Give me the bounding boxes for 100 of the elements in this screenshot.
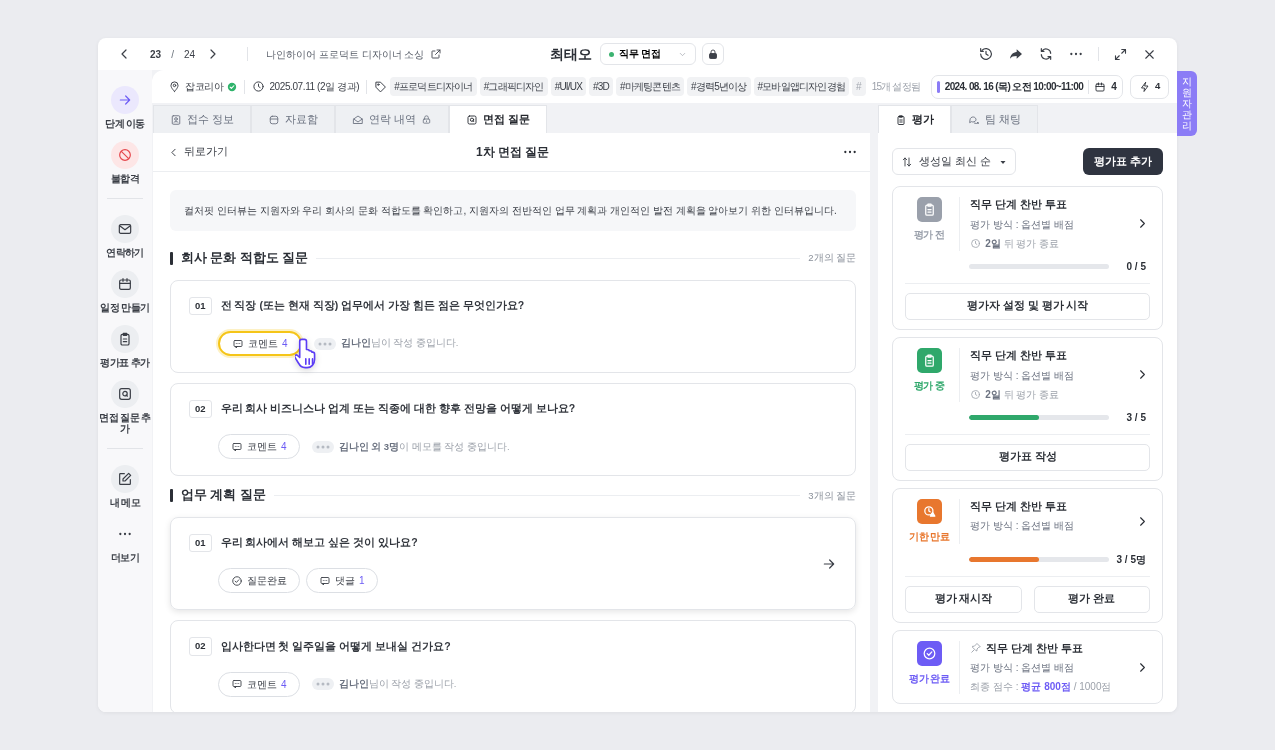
lock-button[interactable]	[701, 43, 724, 65]
evaluation-card[interactable]: 평가 중 직무 단계 찬반 투표 평가 방식 : 옵션별 배점 2일 뒤 평가 종료 3 / 5 평가표 작성	[892, 336, 1163, 481]
deadline-text: 2일 뒤 평가 종료	[985, 387, 1060, 402]
evaluation-title: 직무 단계 찬반 투표	[970, 197, 1068, 212]
comment-chip[interactable]: 댓글 1	[306, 568, 378, 594]
status-label: 평가 전	[913, 228, 945, 242]
bolt-box[interactable]: 4	[1130, 74, 1169, 99]
tag-chip: #마케팅콘텐츠	[616, 77, 684, 96]
add-evaluation-button[interactable]: 평가표 추가	[1083, 148, 1163, 175]
evaluation-title: 직무 단계 찬반 투표	[986, 640, 1084, 656]
comment-icon	[231, 440, 243, 453]
back-link[interactable]: 뒤로가기	[167, 144, 476, 160]
typing-indicator-icon	[313, 337, 336, 350]
question-card[interactable]: 02 우리 회사 비즈니스나 업계 또는 직종에 대한 향후 전망을 어떻게 보나요? 코멘트 4 김나인 외 3명이 메모를 작성 중입니다.	[170, 383, 857, 477]
schedule-box[interactable]: 2024. 08. 16 (목) 오전 10:00~11:00 4	[930, 74, 1124, 99]
page-title: 1차 면접 질문	[475, 144, 550, 161]
tag-chip: #그래픽디자인	[479, 77, 548, 96]
comment-chip[interactable]: 코멘트 4	[218, 331, 302, 356]
tab[interactable]: 팀 채팅	[951, 105, 1039, 133]
tag-chip: #UI/UX	[550, 77, 587, 96]
refresh-icon[interactable]	[1038, 46, 1054, 62]
evaluation-card[interactable]: 기한 만료 직무 단계 찬반 투표 평가 방식 : 옵션별 배점 3 / 5명 평가 재시작 평가 완료	[892, 487, 1163, 623]
score-text: 최종 점수 : 평균 800점 / 1000점	[970, 680, 1113, 695]
section-title: 회사 문화 적합도 질문	[181, 250, 309, 267]
status-label: 평가 완료	[909, 671, 950, 686]
tab[interactable]: 연락 내역	[335, 105, 450, 133]
clipboard-icon	[895, 113, 908, 126]
sort-dropdown[interactable]: 생성일 최신 순	[892, 148, 1017, 175]
question-card[interactable]: 01 전 직장 (또는 현재 직장) 업무에서 가장 힘든 점은 무엇인가요? 코멘트 4 김나인님이 작성 중입니다.	[170, 279, 857, 373]
evaluation-method: 평가 방식 : 옵션별 배점	[970, 519, 1076, 534]
page-number: 23	[150, 47, 162, 62]
posting-title-link[interactable]: 나인하이어 프로덕트 디자이너 소싱	[266, 46, 425, 62]
tab[interactable]: 면접 질문	[449, 105, 548, 133]
tag-chip: #3D	[589, 77, 614, 96]
evaluation-action-button[interactable]: 평가 완료	[1033, 585, 1150, 613]
evaluation-action-button[interactable]: 평가표 작성	[905, 443, 1150, 471]
person-card-icon	[170, 113, 182, 126]
tag-count: 15개 설정됨	[871, 80, 920, 94]
typing-status: 김나인 외 3명이 메모를 작성 중입니다.	[338, 439, 510, 454]
sidebar-action[interactable]: 불합격	[98, 141, 152, 184]
envelope-icon	[352, 113, 365, 126]
chat-icon	[968, 113, 981, 126]
question-number: 01	[189, 296, 212, 315]
question-count: 3개의 질문	[808, 488, 857, 503]
applied-date: 2025.07.11 (2일 경과)	[269, 80, 360, 94]
comment-icon	[319, 574, 331, 587]
bolt-count: 4	[1155, 79, 1160, 94]
question-count: 2개의 질문	[808, 251, 857, 266]
tab[interactable]: 접수 정보	[153, 105, 252, 133]
sidebar-action[interactable]: 연락하기	[98, 215, 152, 258]
status-dot	[608, 51, 614, 57]
comment-chip[interactable]: 코멘트 4	[218, 671, 300, 697]
progress-count: 0 / 5	[1126, 259, 1146, 274]
tag-chip: #모바일앱디자인경험	[753, 77, 850, 96]
evaluation-card[interactable]: 평가 완료 직무 단계 찬반 투표 평가 방식 : 옵션별 배점 최종 점수 : 평균 800점 / 1000점	[892, 629, 1163, 705]
schedule-count: 4	[1111, 80, 1117, 94]
evaluation-method: 평가 방식 : 옵션별 배점	[970, 661, 1076, 676]
page-total: 24	[183, 47, 196, 62]
typing-indicator-icon	[311, 678, 334, 690]
ban-icon	[117, 147, 133, 163]
clock-icon	[252, 80, 266, 93]
typing-status: 김나인님이 작성 중입니다.	[340, 336, 459, 351]
tag-icon	[374, 80, 388, 93]
question-text: 우리 회사 비즈니스나 업계 또는 직종에 대한 향후 전망을 어떻게 보나요?	[220, 401, 576, 417]
clipboard-icon	[117, 331, 133, 347]
schedule-time: 2024. 08. 16 (목) 오전 10:00~11:00	[944, 80, 1084, 94]
sidebar-action[interactable]: 내 메모	[98, 465, 152, 508]
question-box-icon	[466, 113, 479, 126]
comment-chip[interactable]: 코멘트 4	[218, 434, 300, 460]
complete-chip[interactable]: 질문완료	[218, 568, 300, 594]
evaluation-card[interactable]: 평가 전 직무 단계 찬반 투표 평가 방식 : 옵션별 배점 2일 뒤 평가 종료 0 / 5 평가자 설정 및 평가 시작	[892, 186, 1163, 330]
stage-dropdown[interactable]: 직무 면접	[599, 43, 696, 65]
external-link-icon[interactable]	[430, 48, 443, 60]
evaluation-action-button[interactable]: 평가 재시작	[905, 585, 1022, 613]
description-text: 컬처핏 인터뷰는 지원자와 우리 회사의 문화 적합도를 확인하고, 지원자의 전반적인 업무 계획과 개인적인 발전 계획을 알아보기 위한 인터뷰입니다.	[170, 190, 857, 231]
expand-icon[interactable]	[1113, 46, 1128, 62]
tab[interactable]: 평가	[878, 105, 952, 133]
evaluation-method: 평가 방식 : 옵션별 배점	[970, 217, 1076, 232]
location-icon	[168, 80, 181, 93]
sidebar-action[interactable]: 단계 이동	[98, 86, 152, 129]
evaluation-method: 평가 방식 : 옵션별 배점	[970, 368, 1076, 383]
question-card[interactable]: 01 우리 회사에서 해보고 싶은 것이 있나요? 질문완료 댓글 1	[170, 517, 857, 611]
memo-icon	[117, 471, 133, 487]
sidebar-action[interactable]: 면접 질문 추가	[98, 380, 152, 434]
source-name: 잡코리아	[185, 80, 224, 94]
tag-chip: #	[852, 77, 866, 96]
page-separator: /	[171, 47, 174, 62]
sidebar-action[interactable]: 더보기	[98, 520, 152, 563]
tab[interactable]: 자료함	[251, 105, 336, 133]
sidebar-action[interactable]: 평가표 추가	[98, 325, 152, 368]
comment-icon	[232, 337, 244, 350]
history-icon[interactable]	[978, 46, 994, 62]
progress-count: 3 / 5명	[1116, 552, 1146, 567]
section-title: 업무 계획 질문	[181, 487, 266, 505]
question-text: 우리 회사에서 해보고 싶은 것이 있나요?	[220, 535, 418, 551]
section-marker	[170, 489, 173, 503]
sidebar-action[interactable]: 일정 만들기	[98, 270, 152, 313]
section-marker	[170, 251, 173, 265]
evaluation-action-button[interactable]: 평가자 설정 및 평가 시작	[905, 292, 1150, 320]
evaluation-title: 직무 단계 찬반 투표	[970, 498, 1068, 514]
